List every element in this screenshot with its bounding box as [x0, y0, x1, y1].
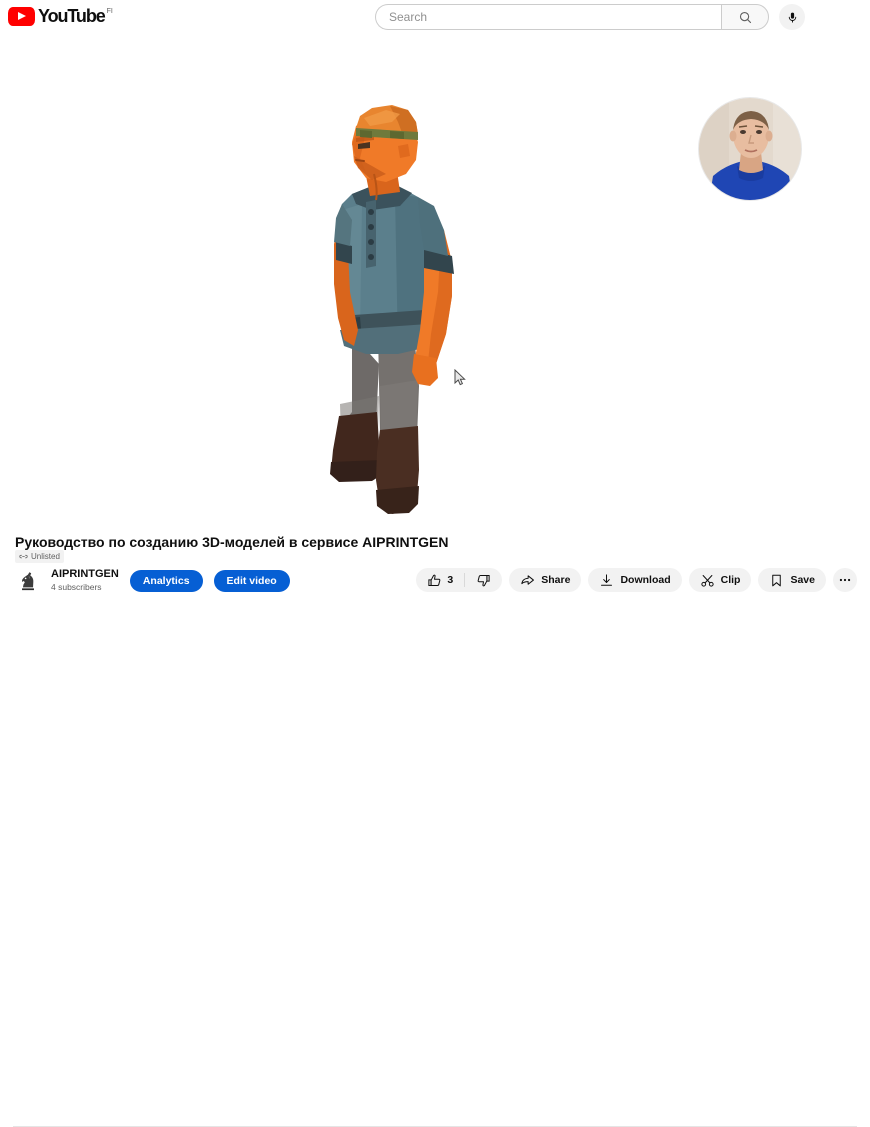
thumbs-up-icon: [428, 574, 441, 586]
more-actions-button[interactable]: [833, 568, 857, 592]
dislike-button[interactable]: [465, 568, 502, 592]
webcam-overlay-bubble[interactable]: [698, 97, 802, 201]
analytics-button[interactable]: Analytics: [129, 569, 203, 592]
save-label: Save: [790, 574, 815, 586]
clip-button[interactable]: Clip: [688, 568, 752, 592]
download-button[interactable]: Download: [588, 568, 682, 592]
webcam-person-image: [699, 98, 801, 200]
channel-name: AIPRINTGEN: [51, 568, 119, 580]
video-owner-row: AIPRINTGEN 4 subscribers Analytics Edit …: [15, 568, 290, 593]
search-button[interactable]: [721, 4, 769, 30]
chess-knight-icon: [21, 571, 34, 590]
search-input[interactable]: [389, 6, 709, 28]
link-icon: [19, 554, 28, 559]
avatar[interactable]: [15, 568, 40, 593]
search-icon: [739, 11, 751, 23]
youtube-play-icon: [8, 7, 35, 26]
page-title: Руководство по созданию 3D-моделей в сер…: [15, 534, 449, 550]
video-metadata-section: Руководство по созданию 3D-моделей в сер…: [0, 526, 870, 1127]
privacy-status-badge: Unlisted: [15, 550, 64, 563]
youtube-country-code: FI: [106, 8, 113, 15]
mouse-arrow-cursor: [454, 369, 466, 386]
search-zone: [375, 4, 805, 30]
download-icon: [601, 573, 613, 586]
clip-label: Clip: [720, 574, 741, 586]
video-player[interactable]: [0, 34, 870, 526]
save-button[interactable]: Save: [758, 568, 826, 592]
video-actions-row: 3 Share Download Clip Save: [416, 568, 857, 592]
search-box[interactable]: [375, 4, 721, 30]
bookmark-icon: [772, 574, 782, 586]
like-count: 3: [447, 574, 454, 586]
channel-info[interactable]: AIPRINTGEN 4 subscribers: [51, 568, 119, 593]
channel-subscriber-count: 4 subscribers: [51, 582, 102, 592]
voice-search-button[interactable]: [779, 4, 805, 30]
masthead-header: YouTube FI: [0, 0, 870, 34]
share-arrow-icon: [521, 574, 535, 585]
download-label: Download: [620, 574, 671, 586]
like-dislike-group: 3: [416, 568, 503, 592]
edit-video-button[interactable]: Edit video: [213, 569, 290, 592]
privacy-status-label: Unlisted: [31, 552, 60, 561]
youtube-logo-text: YouTube: [38, 6, 106, 26]
scissors-icon: [701, 574, 714, 587]
share-label: Share: [541, 574, 571, 586]
share-button[interactable]: Share: [509, 568, 582, 592]
thumbs-down-icon: [477, 574, 490, 586]
youtube-logo[interactable]: YouTube FI: [8, 7, 113, 26]
more-horizontal-icon: [839, 578, 851, 582]
microphone-icon: [788, 12, 796, 23]
like-button[interactable]: 3: [416, 568, 464, 592]
